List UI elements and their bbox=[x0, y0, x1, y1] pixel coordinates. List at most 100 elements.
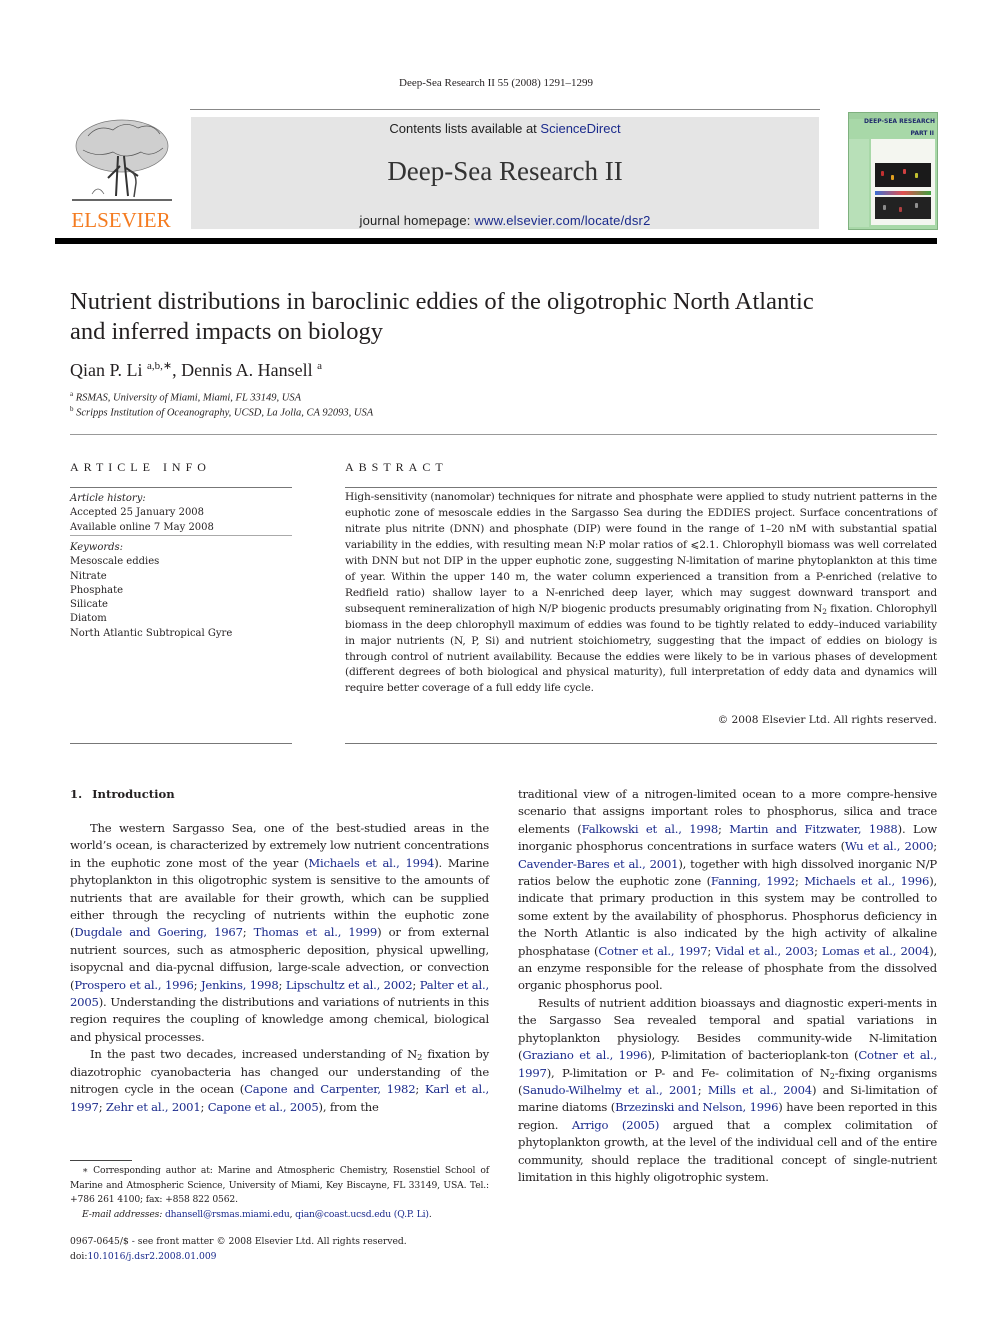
text-run: ; bbox=[200, 1099, 208, 1114]
author-name[interactable]: Dennis A. Hansell bbox=[181, 360, 312, 380]
keyword-item: Diatom bbox=[70, 613, 107, 625]
journal-name: Deep-Sea Research II bbox=[387, 156, 623, 186]
cover-title: DEEP-SEA RESEARCH bbox=[864, 118, 935, 125]
article-title-line1: Nutrient distributions in baroclinic edd… bbox=[70, 288, 814, 315]
text-run: High-sensitivity (nanomolar) techniques … bbox=[345, 491, 937, 615]
email-link[interactable]: dhansell@rsmas.miami.edu bbox=[165, 1209, 290, 1220]
text-run: ; bbox=[278, 977, 286, 992]
text-run: ), P-limitation or P- and Fe- colimitati… bbox=[546, 1065, 830, 1080]
doi-link[interactable]: 10.1016/j.dsr2.2008.01.009 bbox=[87, 1251, 216, 1262]
keywords-label: Keywords: bbox=[70, 542, 124, 553]
author-separator: , bbox=[172, 360, 182, 380]
corresponding-author-text: ∗ Corresponding author at: Marine and At… bbox=[70, 1165, 489, 1205]
contents-prefix: Contents lists available at bbox=[389, 121, 541, 136]
citation-link[interactable]: Cavender-Bares et al., 2001 bbox=[518, 857, 679, 871]
citation-link[interactable]: Fanning, 1992 bbox=[711, 874, 795, 888]
author-affiliation-mark[interactable]: a,b,∗ bbox=[147, 360, 172, 372]
citation-link[interactable]: Graziano et al., 1996 bbox=[522, 1048, 647, 1062]
journal-cover-thumbnail[interactable]: DEEP-SEA RESEARCH PART II bbox=[848, 112, 938, 230]
abstract-heading: ABSTRACT bbox=[345, 460, 448, 474]
corresponding-author-footnote: ∗ Corresponding author at: Marine and At… bbox=[70, 1165, 489, 1220]
affiliation-b: b Scripps Institution of Oceanography, U… bbox=[70, 405, 373, 419]
text-run: ; bbox=[412, 977, 420, 992]
citation-link[interactable]: Vidal et al., 2003 bbox=[715, 944, 814, 958]
footnote-rule bbox=[70, 1160, 132, 1161]
citation-link[interactable]: Jenkins, 1998 bbox=[201, 978, 279, 992]
text-run: ), P-limitation of bacterioplank-ton ( bbox=[647, 1048, 859, 1063]
front-matter: 0967-0645/$ - see front matter © 2008 El… bbox=[70, 1235, 407, 1264]
header-thick-rule bbox=[55, 238, 937, 244]
keyword-item: Phosphate bbox=[70, 584, 124, 596]
sciencedirect-link[interactable]: ScienceDirect bbox=[540, 121, 620, 136]
header-rule bbox=[190, 109, 820, 110]
citation-link[interactable]: Prospero et al., 1996 bbox=[74, 978, 194, 992]
citation-link[interactable]: Thomas et al., 1999 bbox=[254, 925, 378, 939]
keyword-item: North Atlantic Subtropical Gyre bbox=[70, 627, 233, 639]
citation-link[interactable]: Michaels et al., 1994 bbox=[308, 856, 434, 870]
citation-link[interactable]: Sanudo-Wilhelmy et al., 2001 bbox=[522, 1083, 698, 1097]
text-run: ; bbox=[718, 821, 730, 836]
text-run: ; bbox=[933, 839, 937, 854]
citation-link[interactable]: Brzezinski and Nelson, 1996 bbox=[615, 1100, 778, 1114]
citation-link[interactable]: Arrigo (2005) bbox=[572, 1118, 660, 1132]
running-head: Deep-Sea Research II 55 (2008) 1291–1299 bbox=[399, 77, 593, 89]
left-column-body: The western Sargasso Sea, one of the bes… bbox=[70, 820, 489, 1116]
citation-link[interactable]: Lomas et al., 2004 bbox=[822, 944, 929, 958]
email-end: . bbox=[428, 1208, 432, 1220]
text-run: ), from the bbox=[318, 1099, 379, 1114]
affiliation-a: a RSMAS, University of Miami, Miami, FL … bbox=[70, 390, 301, 404]
abstract-copyright: © 2008 Elsevier Ltd. All rights reserved… bbox=[717, 714, 937, 726]
paragraph: Results of nutrient addition bioassays a… bbox=[518, 995, 937, 1186]
introduction-heading: 1. Introduction bbox=[70, 787, 175, 801]
citation-link[interactable]: Cotner et al., 1997 bbox=[598, 944, 707, 958]
cover-sidebar bbox=[849, 139, 869, 227]
keyword-item: Silicate bbox=[70, 599, 108, 611]
citation-link[interactable]: Lipschultz et al., 2002 bbox=[286, 978, 413, 992]
homepage-link[interactable]: www.elsevier.com/locate/dsr2 bbox=[474, 213, 650, 228]
affiliation-text: RSMAS, University of Miami, Miami, FL 33… bbox=[75, 392, 301, 404]
text-run: ). Understanding the distributions and v… bbox=[70, 995, 489, 1044]
citation-link[interactable]: Mills et al., 2004 bbox=[708, 1083, 812, 1097]
cover-image-organisms-icon bbox=[875, 197, 931, 219]
text-run: ; bbox=[794, 874, 805, 889]
doi-prefix: doi: bbox=[70, 1250, 88, 1262]
citation-link[interactable]: Capone et al., 2005 bbox=[208, 1100, 319, 1114]
abstract-rule bbox=[345, 743, 937, 744]
abstract-text: High-sensitivity (nanomolar) techniques … bbox=[345, 490, 937, 697]
author-affiliation-mark[interactable]: a bbox=[317, 360, 322, 372]
citation-link[interactable]: Martin and Fitzwater, 1988 bbox=[729, 822, 898, 836]
affiliation-text: Scripps Institution of Oceanography, UCS… bbox=[76, 407, 374, 419]
paragraph: In the past two decades, increased under… bbox=[70, 1046, 489, 1116]
citation-link[interactable]: Falkowski et al., 1998 bbox=[582, 822, 719, 836]
citation-link[interactable]: Zehr et al., 2001 bbox=[106, 1100, 201, 1114]
keyword-item: Nitrate bbox=[70, 570, 107, 582]
keywords: Keywords: Mesoscale eddies Nitrate Phosp… bbox=[70, 541, 292, 641]
citation-link[interactable]: Wu et al., 2000 bbox=[845, 839, 934, 853]
author-list: Qian P. Li a,b,∗, Dennis A. Hansell a bbox=[70, 359, 322, 381]
citation-link[interactable]: Dugdale and Goering, 1967 bbox=[74, 925, 243, 939]
text-run: ; bbox=[193, 977, 201, 992]
paragraph: traditional view of a nitrogen-limited o… bbox=[518, 786, 937, 995]
elsevier-logo-text: ELSEVIER bbox=[71, 208, 171, 232]
section-divider bbox=[70, 434, 937, 435]
article-title-line2: and inferred impacts on biology bbox=[70, 318, 383, 345]
cover-part: PART II bbox=[910, 130, 935, 137]
abstract-rule bbox=[345, 487, 937, 488]
cover-image-plankton-icon bbox=[875, 163, 931, 187]
history-accepted: Accepted 25 January 2008 bbox=[70, 507, 205, 519]
history-online: Available online 7 May 2008 bbox=[70, 521, 214, 533]
citation-link[interactable]: Michaels et al., 1996 bbox=[804, 874, 929, 888]
citation-link[interactable]: Capone and Carpenter, 1982 bbox=[244, 1082, 416, 1096]
author-name[interactable]: Qian P. Li bbox=[70, 360, 143, 380]
email-label: E-mail addresses: bbox=[82, 1208, 165, 1220]
keyword-item: Mesoscale eddies bbox=[70, 556, 160, 568]
section-number: 1. bbox=[70, 787, 83, 801]
text-run: ; bbox=[813, 943, 822, 958]
issn-line: 0967-0645/$ - see front matter © 2008 El… bbox=[70, 1236, 407, 1247]
article-info-rule bbox=[70, 743, 292, 744]
text-run: fixation. Chlorophyll biomass in the dee… bbox=[345, 602, 937, 695]
email-link[interactable]: qian@coast.ucsd.edu (Q.P. Li) bbox=[295, 1209, 429, 1220]
paragraph: The western Sargasso Sea, one of the bes… bbox=[70, 820, 489, 1046]
text-run: ; bbox=[98, 1099, 106, 1114]
homepage-line: journal homepage: www.elsevier.com/locat… bbox=[191, 213, 819, 228]
